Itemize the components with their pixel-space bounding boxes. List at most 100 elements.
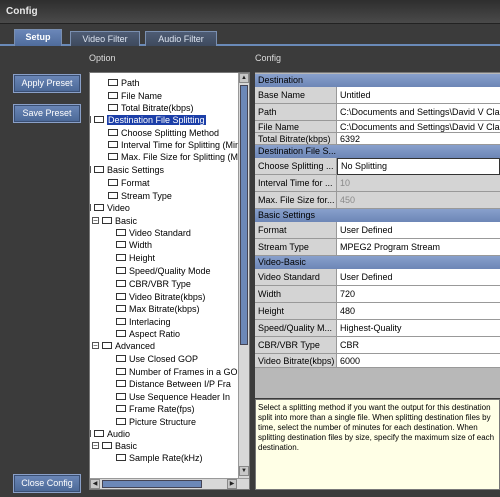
property-label: Path bbox=[255, 104, 337, 121]
tree-item[interactable]: Sample Rate(kHz) bbox=[116, 452, 203, 464]
tree-item[interactable]: Max. File Size for Splitting (MB) bbox=[108, 151, 247, 163]
tree-item-label: Use Closed GOP bbox=[129, 354, 199, 364]
tree-item-label: Basic Settings bbox=[107, 165, 165, 175]
property-value[interactable]: User Defined bbox=[337, 222, 500, 239]
tree-item[interactable]: Basic bbox=[102, 215, 137, 227]
close-config-button[interactable]: Close Config bbox=[13, 474, 81, 493]
window-title: Config bbox=[6, 6, 38, 17]
tab-video-filter[interactable]: Video Filter bbox=[70, 31, 140, 46]
description-panel: Select a splitting method if you want th… bbox=[255, 399, 500, 490]
tree-item[interactable]: Format bbox=[108, 177, 150, 189]
folder-icon bbox=[108, 192, 118, 200]
property-value[interactable]: 6000 bbox=[337, 354, 500, 368]
scroll-left-arrow-icon[interactable]: ◀ bbox=[90, 479, 100, 489]
tree-item[interactable]: Max Bitrate(kbps) bbox=[116, 303, 200, 315]
tree-item[interactable]: Use Sequence Header In bbox=[116, 391, 230, 403]
tree-item[interactable]: Frame Rate(fps) bbox=[116, 403, 195, 415]
tree-item[interactable]: Video Bitrate(kbps) bbox=[116, 291, 205, 303]
tree-item-label: Aspect Ratio bbox=[129, 329, 181, 339]
tree-item[interactable]: Height bbox=[116, 252, 155, 264]
folder-icon bbox=[102, 217, 112, 225]
folder-icon bbox=[116, 454, 126, 462]
property-category: Destination File S... bbox=[255, 145, 500, 158]
folder-icon bbox=[116, 418, 126, 426]
property-label: Choose Splitting ... bbox=[255, 158, 337, 175]
property-label: Video Bitrate(kbps) bbox=[255, 354, 337, 368]
tab-setup[interactable]: Setup bbox=[14, 29, 62, 46]
tree-item-label: Basic bbox=[115, 216, 138, 226]
tree-item[interactable]: Speed/Quality Mode bbox=[116, 265, 211, 277]
property-value[interactable]: C:\Documents and Settings\David V Clark bbox=[337, 104, 500, 121]
tree-item[interactable]: Choose Splitting Method bbox=[108, 127, 219, 139]
tree-item[interactable]: Aspect Ratio bbox=[116, 328, 180, 340]
scroll-down-arrow-icon[interactable]: ▼ bbox=[239, 466, 249, 476]
scroll-right-arrow-icon[interactable]: ▶ bbox=[227, 479, 237, 489]
property-label: Interval Time for ... bbox=[255, 175, 337, 192]
folder-icon bbox=[94, 430, 104, 438]
property-label: Speed/Quality M... bbox=[255, 320, 337, 337]
tree-item[interactable]: Video bbox=[94, 202, 130, 214]
scroll-thumb[interactable] bbox=[240, 85, 248, 345]
tree-item-label: Number of Frames in a GO bbox=[129, 367, 238, 377]
property-category: Destination bbox=[255, 74, 500, 87]
tree-item[interactable]: Audio bbox=[94, 428, 130, 440]
property-value[interactable]: User Defined bbox=[337, 269, 500, 286]
folder-icon bbox=[116, 393, 126, 401]
property-value[interactable]: MPEG2 Program Stream bbox=[337, 239, 500, 256]
tree-item[interactable]: File Name bbox=[108, 90, 162, 102]
tree-item[interactable]: Use Closed GOP bbox=[116, 353, 198, 365]
tree-item-label: Stream Type bbox=[121, 191, 172, 201]
property-value[interactable]: 6392 bbox=[337, 133, 500, 145]
tree-item[interactable]: Width bbox=[116, 239, 152, 251]
option-header: Option bbox=[89, 53, 116, 63]
tree-item[interactable]: Interlacing bbox=[116, 316, 171, 328]
tab-audio-filter[interactable]: Audio Filter bbox=[145, 31, 217, 46]
tree-item[interactable]: Basic Settings bbox=[94, 164, 164, 176]
option-tree[interactable]: Path File Name Total Bitrate(kbps) – Destina… bbox=[89, 72, 250, 490]
tree-collapse-icon[interactable]: – bbox=[92, 442, 99, 449]
tree-item[interactable]: Path bbox=[108, 77, 140, 89]
folder-icon bbox=[116, 330, 126, 338]
property-label: Format bbox=[255, 222, 337, 239]
property-value[interactable]: Untitled bbox=[337, 87, 500, 104]
tree-collapse-icon[interactable]: – bbox=[90, 116, 91, 123]
folder-icon bbox=[116, 355, 126, 363]
apply-preset-button[interactable]: Apply Preset bbox=[13, 74, 81, 93]
tree-collapse-icon[interactable]: – bbox=[90, 204, 91, 211]
tree-collapse-icon[interactable]: – bbox=[92, 342, 99, 349]
tree-item[interactable]: Number of Frames in a GO bbox=[116, 366, 238, 378]
tree-item[interactable]: Basic bbox=[102, 440, 137, 452]
tree-horizontal-scrollbar[interactable]: ◀ ▶ bbox=[90, 478, 249, 489]
property-label: CBR/VBR Type bbox=[255, 337, 337, 354]
tree-item-label: Interval Time for Splitting (Mins bbox=[121, 140, 245, 150]
tree-item[interactable]: Destination File Splitting bbox=[94, 114, 206, 126]
tree-item[interactable]: Total Bitrate(kbps) bbox=[108, 102, 194, 114]
property-label: Max. File Size for... bbox=[255, 192, 337, 209]
tree-item-label: Interlacing bbox=[129, 317, 171, 327]
save-preset-button[interactable]: Save Preset bbox=[13, 104, 81, 123]
property-value[interactable]: Highest-Quality bbox=[337, 320, 500, 337]
scroll-up-arrow-icon[interactable]: ▲ bbox=[239, 73, 249, 83]
property-value[interactable]: C:\Documents and Settings\David V Clark bbox=[337, 121, 500, 133]
tree-collapse-icon[interactable]: – bbox=[92, 217, 99, 224]
tree-item[interactable]: CBR/VBR Type bbox=[116, 278, 191, 290]
tree-item[interactable]: Distance Between I/P Fra bbox=[116, 378, 231, 390]
tree-collapse-icon[interactable]: – bbox=[90, 430, 91, 437]
folder-icon bbox=[94, 166, 104, 174]
tree-item[interactable]: Interval Time for Splitting (Mins bbox=[108, 139, 245, 151]
property-value[interactable]: CBR bbox=[337, 337, 500, 354]
tree-item[interactable]: Advanced bbox=[102, 340, 155, 352]
folder-icon bbox=[108, 153, 118, 161]
tree-item[interactable]: Picture Structure bbox=[116, 416, 196, 428]
tree-item[interactable]: Video Standard bbox=[116, 227, 191, 239]
tree-collapse-icon[interactable]: – bbox=[90, 166, 91, 173]
property-value[interactable]: 480 bbox=[337, 303, 500, 320]
property-label: Stream Type bbox=[255, 239, 337, 256]
folder-icon bbox=[116, 305, 126, 313]
tree-vertical-scrollbar[interactable]: ▲ ▼ bbox=[238, 73, 249, 478]
hscroll-thumb[interactable] bbox=[102, 480, 202, 488]
tree-item[interactable]: Stream Type bbox=[108, 190, 172, 202]
property-category: Video-Basic bbox=[255, 256, 500, 269]
property-combo[interactable]: No Splitting bbox=[337, 158, 500, 175]
property-value[interactable]: 720 bbox=[337, 286, 500, 303]
